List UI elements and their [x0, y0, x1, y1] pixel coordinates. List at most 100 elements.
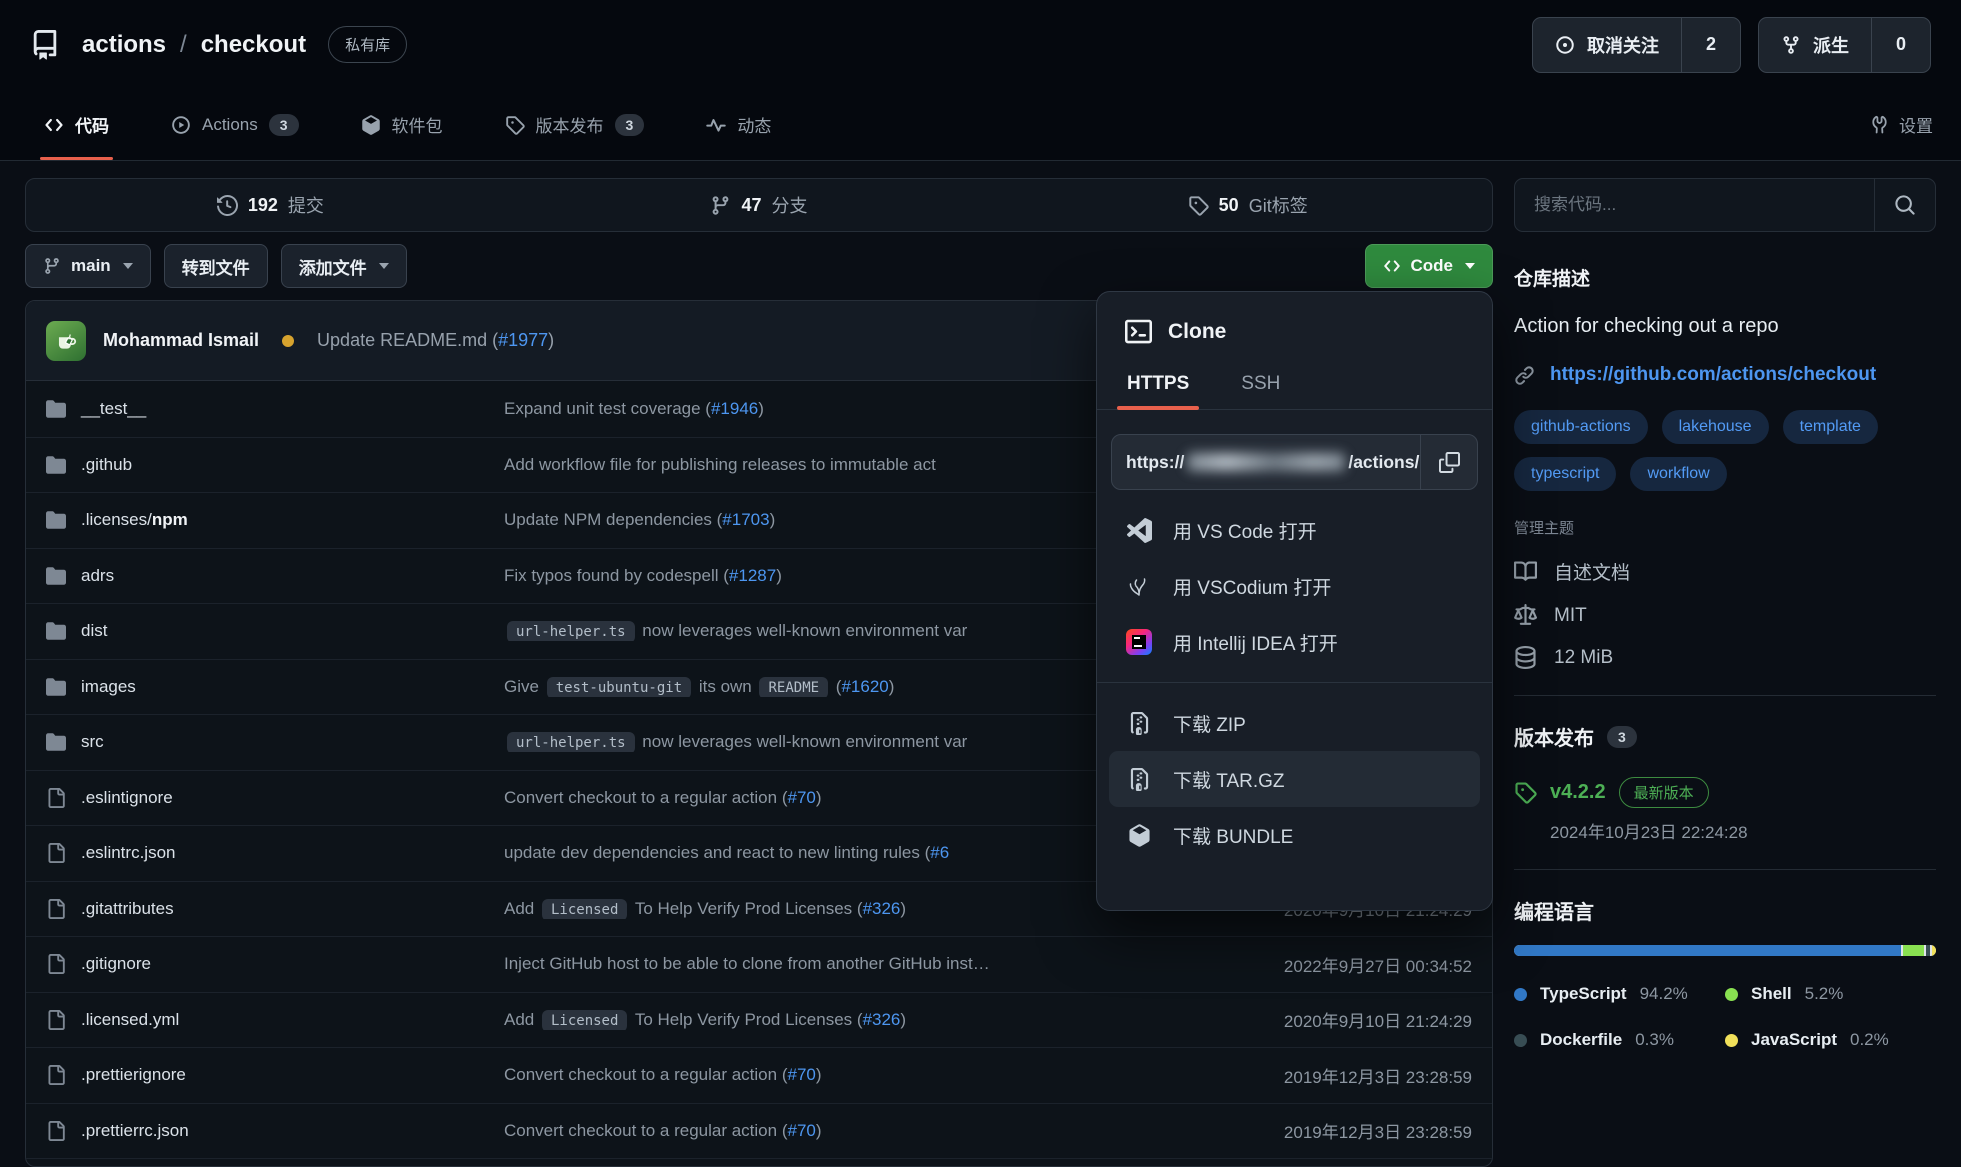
copy-url-button[interactable]: [1420, 435, 1477, 489]
search-button[interactable]: [1874, 179, 1935, 231]
website-link[interactable]: https://github.com/actions/checkout: [1550, 364, 1876, 386]
file-name-link[interactable]: .licensed.yml: [81, 1010, 179, 1030]
releases-heading[interactable]: 版本发布: [1514, 722, 1594, 751]
table-row[interactable]: .gitignoreInject GitHub host to be able …: [26, 936, 1492, 992]
issue-link[interactable]: #1977: [498, 330, 548, 350]
topic-pill[interactable]: github-actions: [1514, 410, 1648, 444]
issue-link[interactable]: #70: [787, 788, 815, 807]
code-span: README: [759, 677, 828, 697]
license-item[interactable]: MIT: [1514, 604, 1936, 627]
file-name-link[interactable]: .eslintignore: [81, 788, 173, 808]
clone-url-field[interactable]: https:// /actions/che: [1111, 434, 1478, 490]
tab-packages[interactable]: 软件包: [357, 89, 447, 160]
download-bundle-item[interactable]: 下载 BUNDLE: [1097, 807, 1492, 863]
file-name-link[interactable]: .github: [81, 455, 132, 475]
tab-releases-label: 版本发布: [536, 112, 604, 137]
language-percent: 0.3%: [1635, 1030, 1674, 1050]
topic-pill[interactable]: typescript: [1514, 457, 1616, 491]
file-name-link[interactable]: images: [81, 677, 136, 697]
commit-message-text: ): [776, 566, 782, 585]
tab-actions[interactable]: Actions 3: [167, 89, 303, 160]
add-file-button[interactable]: 添加文件: [281, 244, 407, 288]
code-icon: [44, 115, 64, 135]
size-item[interactable]: 12 MiB: [1514, 646, 1936, 669]
issue-link[interactable]: #326: [863, 1010, 901, 1029]
code-button[interactable]: Code: [1365, 244, 1494, 288]
download-targz-item[interactable]: 下载 TAR.GZ: [1109, 751, 1480, 807]
fork-button[interactable]: 派生 0: [1758, 17, 1931, 73]
search-input[interactable]: [1515, 179, 1874, 231]
latest-commit-message[interactable]: Update README.md (#1977): [317, 330, 554, 351]
file-name-link[interactable]: .prettierrc.json: [81, 1121, 189, 1141]
open-intellij-item[interactable]: 用 Intellij IDEA 打开: [1097, 614, 1492, 670]
file-name-link[interactable]: .eslintrc.json: [81, 843, 175, 863]
tab-releases[interactable]: 版本发布 3: [501, 89, 649, 160]
table-row[interactable]: .prettierrc.jsonConvert checkout to a re…: [26, 1103, 1492, 1159]
table-row[interactable]: .prettierignoreConvert checkout to a reg…: [26, 1047, 1492, 1103]
owner-link[interactable]: actions: [82, 31, 166, 59]
tab-https[interactable]: HTTPS: [1125, 373, 1191, 409]
issue-link[interactable]: #70: [787, 1065, 815, 1084]
issue-link[interactable]: #70: [787, 1121, 815, 1140]
download-bundle-label: 下载 BUNDLE: [1173, 822, 1293, 849]
forks-count[interactable]: 0: [1871, 18, 1930, 72]
readme-item[interactable]: 自述文档: [1514, 558, 1936, 585]
clone-dropdown-panel: Clone HTTPS SSH https:// /actions/che 用 …: [1096, 291, 1493, 911]
file-name-link[interactable]: .licenses/npm: [81, 510, 188, 530]
file-name-link[interactable]: .gitattributes: [81, 899, 174, 919]
manage-topics-link[interactable]: 管理主题: [1514, 517, 1936, 538]
open-vscode-item[interactable]: 用 VS Code 打开: [1097, 502, 1492, 558]
play-circle-icon: [171, 115, 191, 135]
tab-settings-label: 设置: [1899, 112, 1933, 137]
file-name-link[interactable]: adrs: [81, 566, 114, 586]
commit-message-text: ): [900, 1010, 906, 1029]
issue-link[interactable]: #1703: [722, 510, 769, 529]
topic-pill[interactable]: workflow: [1630, 457, 1726, 491]
branch-icon: [710, 195, 731, 216]
divider: [1514, 869, 1936, 870]
language-dot-icon: [1725, 1034, 1738, 1047]
commit-message-text: ): [548, 330, 554, 350]
clone-url-suffix: /actions/che: [1348, 452, 1420, 473]
file-name-link[interactable]: .prettierignore: [81, 1065, 186, 1085]
readme-label: 自述文档: [1554, 558, 1630, 585]
stat-tags[interactable]: 50 Git标签: [1003, 179, 1492, 231]
watchers-count[interactable]: 2: [1681, 18, 1740, 72]
file-name-link[interactable]: .gitignore: [81, 954, 151, 974]
branch-selector[interactable]: main: [25, 244, 151, 288]
unwatch-button[interactable]: 取消关注 2: [1532, 17, 1741, 73]
tab-code[interactable]: 代码: [40, 89, 113, 160]
repo-link[interactable]: checkout: [201, 31, 306, 59]
table-row[interactable]: .licensed.ymlAdd Licensed To Help Verify…: [26, 992, 1492, 1048]
topic-pill[interactable]: template: [1783, 410, 1878, 444]
file-commit-message: url-helper.ts now leverages well-known e…: [504, 621, 1152, 641]
issue-link[interactable]: #1946: [711, 399, 758, 418]
tab-ssh[interactable]: SSH: [1239, 373, 1282, 409]
file-icon: [46, 843, 66, 863]
pulse-icon: [706, 115, 726, 135]
file-name-link[interactable]: src: [81, 732, 104, 752]
actions-count-badge: 3: [269, 114, 299, 136]
download-zip-item[interactable]: 下载 ZIP: [1097, 695, 1492, 751]
goto-file-button[interactable]: 转到文件: [164, 244, 268, 288]
tab-settings[interactable]: 设置: [1870, 89, 1933, 160]
commit-message-text: now leverages well-known environment var: [638, 732, 968, 751]
stat-commits[interactable]: 192 提交: [26, 179, 515, 231]
issue-link[interactable]: #6: [930, 843, 949, 862]
folder-icon: [46, 677, 66, 697]
issue-link[interactable]: #1620: [841, 677, 888, 696]
file-commit-message: url-helper.ts now leverages well-known e…: [504, 732, 1152, 752]
topic-pill[interactable]: lakehouse: [1662, 410, 1769, 444]
open-vscodium-item[interactable]: 用 VSCodium 打开: [1097, 558, 1492, 614]
commit-author[interactable]: Mohammad Ismail: [103, 330, 259, 351]
file-name-link[interactable]: dist: [81, 621, 107, 641]
avatar[interactable]: [46, 321, 86, 361]
release-version-link[interactable]: v4.2.2: [1550, 781, 1606, 804]
issue-link[interactable]: #326: [863, 899, 901, 918]
issue-link[interactable]: #1287: [729, 566, 776, 585]
zip-file-icon: [1125, 768, 1153, 791]
tab-activity[interactable]: 动态: [702, 89, 775, 160]
file-name-link[interactable]: __test__: [81, 399, 146, 419]
stat-branches[interactable]: 47 分支: [515, 179, 1004, 231]
open-intellij-label: 用 Intellij IDEA 打开: [1173, 629, 1338, 656]
